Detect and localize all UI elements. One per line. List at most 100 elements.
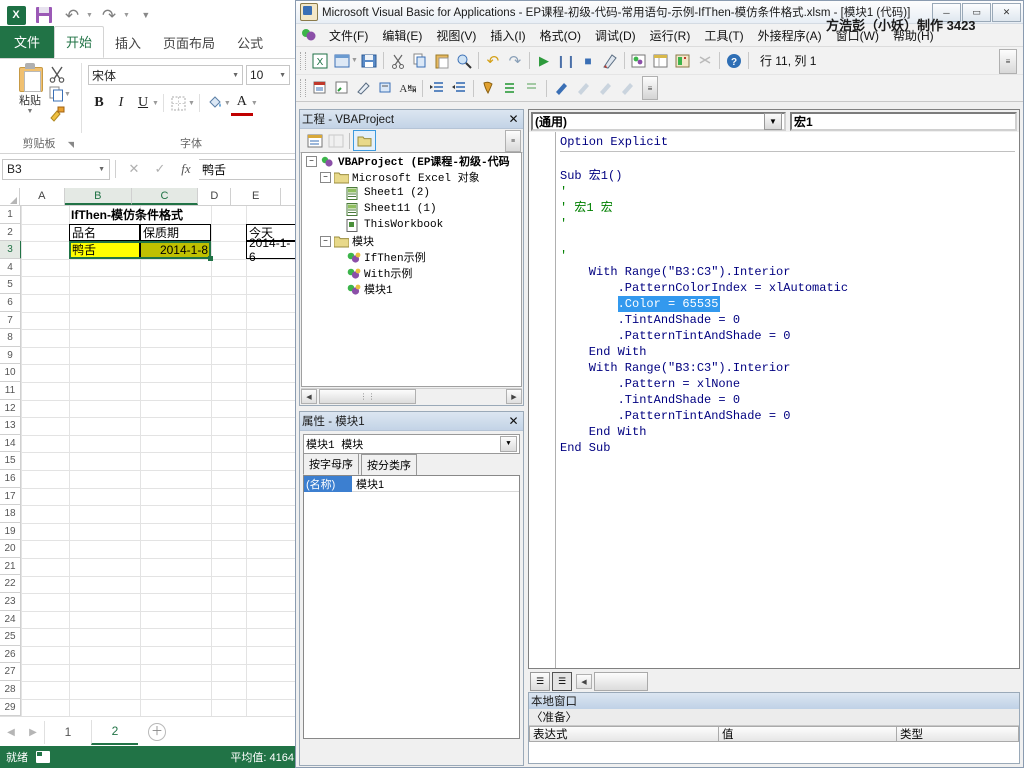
uncomment-block-icon[interactable]: [521, 78, 543, 99]
code-line[interactable]: .Color = 65535: [556, 296, 1019, 312]
locals-col-expression[interactable]: 表达式: [529, 726, 719, 742]
row-header-21[interactable]: 21: [0, 558, 20, 576]
procedure-view-icon[interactable]: ☰: [530, 672, 550, 691]
view-code-icon[interactable]: [304, 131, 325, 150]
tree-expander-icon[interactable]: −: [320, 235, 331, 247]
row-header-9[interactable]: 9: [0, 347, 20, 365]
paste-dropdown-icon[interactable]: ▼: [8, 108, 52, 115]
code-line[interactable]: With Range("B3:C3").Interior: [556, 264, 1019, 280]
menu-insert[interactable]: 插入(I): [483, 25, 532, 46]
parameter-info-icon[interactable]: [375, 78, 397, 99]
select-all-corner[interactable]: [0, 188, 20, 205]
cell-C3[interactable]: 2014-1-8: [140, 241, 211, 259]
help-icon[interactable]: ?: [723, 50, 745, 71]
code-text[interactable]: Option Explicit Sub 宏1() ' ' 宏1 宏 ' ' With Ra…: [556, 132, 1019, 668]
bookmark-next-icon[interactable]: [572, 78, 594, 99]
bookmark-clear-icon[interactable]: [616, 78, 638, 99]
row-header-27[interactable]: 27: [0, 663, 20, 682]
properties-window-icon[interactable]: [650, 50, 672, 71]
name-box-dropdown-icon[interactable]: ▼: [98, 166, 105, 173]
break-icon[interactable]: ❙❙: [555, 50, 577, 71]
name-box[interactable]: B3 ▼: [2, 158, 110, 180]
cell-area[interactable]: IfThen-模仿条件格式 品名 保质期 鸭舌 2014-1-8 今天 2014-1-6: [21, 206, 300, 716]
menu-file[interactable]: 文件(F): [322, 25, 375, 46]
cell-B1[interactable]: IfThen-模仿条件格式: [69, 206, 299, 224]
row-header-29[interactable]: 29: [0, 699, 20, 716]
code-line[interactable]: ': [556, 184, 1019, 200]
reset-icon[interactable]: ■: [577, 50, 599, 71]
paste-button[interactable]: 粘贴 ▼: [8, 63, 52, 115]
tab-home[interactable]: 开始: [54, 26, 105, 58]
code-line[interactable]: .Pattern = xlNone: [556, 376, 1019, 392]
project-explorer-close-icon[interactable]: ✕: [506, 111, 521, 126]
find-icon[interactable]: [453, 50, 475, 71]
outdent-icon[interactable]: [448, 78, 470, 99]
properties-grid[interactable]: (名称) 模块1: [303, 475, 520, 739]
code-line[interactable]: End Sub: [556, 440, 1019, 456]
cell-C2[interactable]: 保质期: [140, 223, 211, 242]
sheet-tab-2[interactable]: 2: [91, 719, 138, 745]
design-mode-icon[interactable]: [599, 50, 621, 71]
code-hscroll-thumb[interactable]: [594, 672, 648, 691]
edit-toolbar-overflow-icon[interactable]: ≡: [642, 76, 658, 100]
project-tree-node[interactable]: 模块1: [302, 281, 521, 297]
row-header-3[interactable]: 3: [0, 241, 22, 259]
quick-info-icon[interactable]: [353, 78, 375, 99]
row-header-2[interactable]: 2: [0, 224, 20, 242]
column-header-C[interactable]: C: [131, 188, 199, 205]
record-macro-icon[interactable]: [36, 751, 50, 763]
toolbar-overflow-icon[interactable]: ≡: [999, 49, 1017, 74]
row-header-7[interactable]: 7: [0, 312, 20, 330]
list-constants-icon[interactable]: [331, 78, 353, 99]
view-object-icon[interactable]: [325, 131, 346, 150]
sheet-nav-prev-icon[interactable]: ◀: [0, 727, 22, 738]
row-header-28[interactable]: 28: [0, 681, 20, 699]
object-combo-dropdown-icon[interactable]: ▼: [764, 113, 782, 130]
row-header-26[interactable]: 26: [0, 646, 20, 664]
locals-col-type[interactable]: 类型: [897, 726, 1019, 742]
column-header-E[interactable]: E: [231, 188, 282, 205]
font-size-dropdown-icon[interactable]: ▼: [279, 72, 286, 79]
row-header-4[interactable]: 4: [0, 259, 20, 277]
tree-expander-icon[interactable]: −: [306, 155, 317, 167]
column-header-B[interactable]: B: [64, 188, 132, 205]
sheet-nav-next-icon[interactable]: ▶: [22, 727, 44, 738]
undo-icon[interactable]: ↶: [60, 3, 84, 27]
menu-addins[interactable]: 外接程序(A): [751, 25, 829, 46]
row-header-17[interactable]: 17: [0, 488, 20, 506]
column-header-A[interactable]: A: [19, 188, 65, 205]
tab-categorized[interactable]: 按分类序: [361, 454, 417, 475]
font-name-input[interactable]: 宋体 ▼: [88, 65, 243, 85]
add-sheet-icon[interactable]: ＋: [148, 723, 166, 741]
paste-icon[interactable]: [431, 50, 453, 71]
column-header-D[interactable]: D: [198, 188, 232, 205]
undo-icon[interactable]: ↶: [482, 50, 504, 71]
font-color-dropdown-icon[interactable]: ▼: [251, 100, 258, 107]
code-line[interactable]: ': [556, 248, 1019, 264]
code-line[interactable]: [556, 152, 1019, 168]
fill-color-icon[interactable]: [204, 92, 226, 114]
scroll-thumb[interactable]: ⋮⋮: [319, 389, 416, 404]
code-line[interactable]: .PatternTintAndShade = 0: [556, 328, 1019, 344]
code-line[interactable]: ' 宏1 宏: [556, 200, 1019, 216]
font-size-input[interactable]: 10 ▼: [246, 65, 290, 85]
code-line[interactable]: .PatternTintAndShade = 0: [556, 408, 1019, 424]
scroll-left-icon[interactable]: ◀: [301, 389, 317, 404]
tree-expander-icon[interactable]: −: [320, 171, 331, 183]
row-header-12[interactable]: 12: [0, 400, 20, 418]
row-header-18[interactable]: 18: [0, 505, 20, 523]
locals-col-value[interactable]: 值: [719, 726, 897, 742]
cell-B3[interactable]: 鸭舌: [69, 241, 140, 259]
code-line[interactable]: [556, 232, 1019, 248]
code-edit-area[interactable]: Option Explicit Sub 宏1() ' ' 宏1 宏 ' ' With Ra…: [529, 132, 1019, 668]
formula-input[interactable]: 鸭舌: [199, 158, 298, 180]
properties-object-combo[interactable]: 模块1 模块 ▼: [303, 434, 520, 454]
code-line[interactable]: Sub 宏1(): [556, 168, 1019, 184]
insert-userform-icon[interactable]: [331, 50, 353, 71]
row-header-10[interactable]: 10: [0, 364, 20, 382]
tab-insert[interactable]: 插入: [104, 28, 152, 58]
code-line[interactable]: .TintAndShade = 0: [556, 392, 1019, 408]
code-line[interactable]: End With: [556, 424, 1019, 440]
complete-word-icon[interactable]: A↹: [397, 78, 419, 99]
code-line[interactable]: End With: [556, 344, 1019, 360]
